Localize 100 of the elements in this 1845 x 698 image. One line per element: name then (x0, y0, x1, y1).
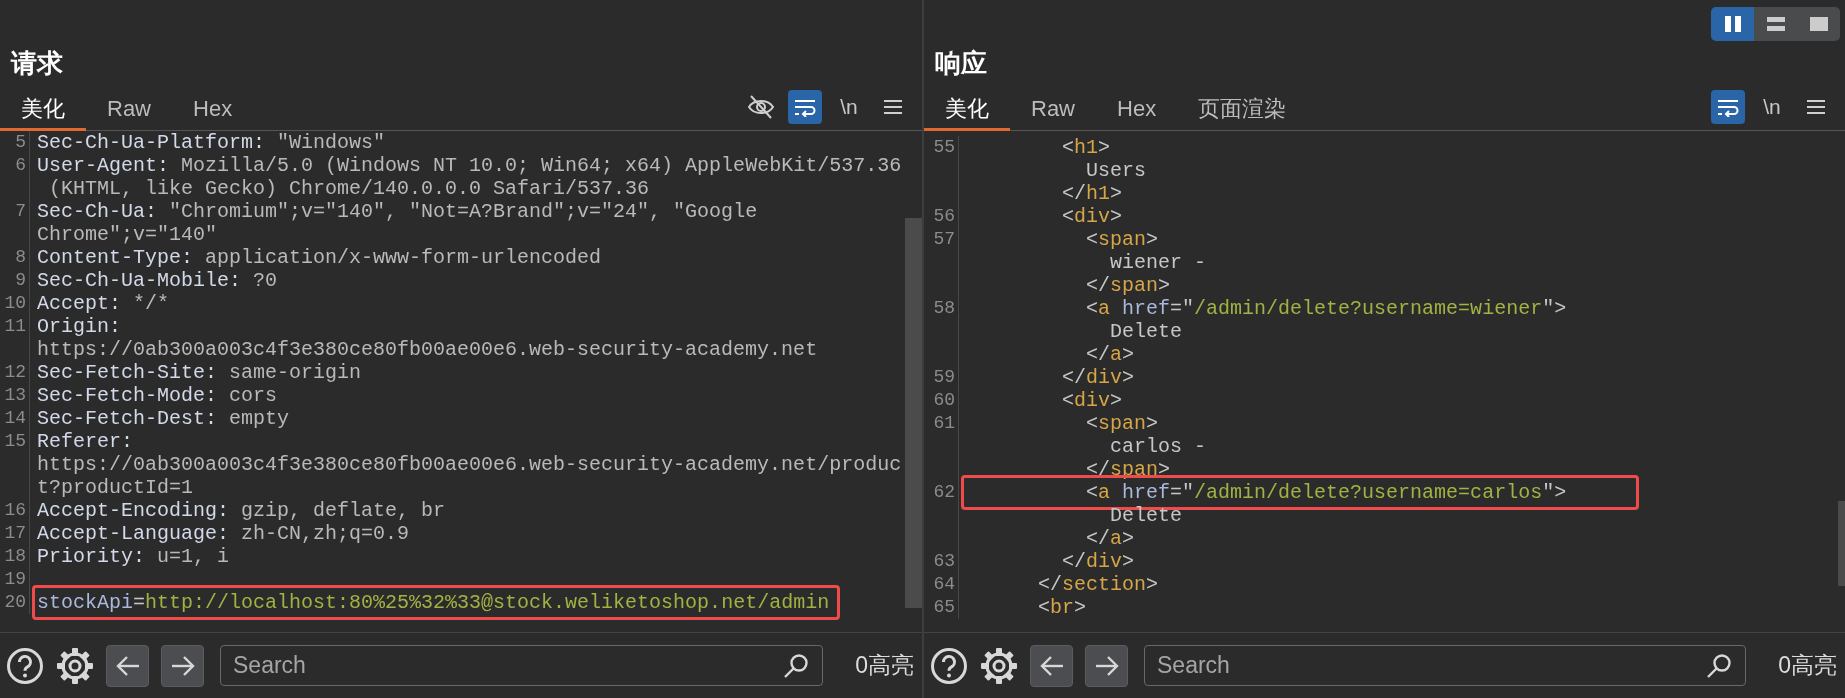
arrow-left-icon (1038, 654, 1065, 677)
code-line: Referer: (37, 430, 133, 453)
single-pane-icon (1807, 15, 1830, 33)
line-number: 15 (4, 430, 26, 453)
back-button[interactable] (1030, 644, 1073, 687)
code-line: Sec-Ch-Ua: "Chromium";v="140", "Not=A?Brand";v="24", "Google (37, 200, 758, 223)
code-line: </section> (1037, 573, 1159, 596)
code-line: Sec-Fetch-Site: same-origin (37, 361, 362, 384)
menu-icon (882, 97, 904, 117)
arrow-right-icon (1093, 654, 1120, 677)
code-line: https://0ab300a003c4f3e380ce80fb00ae00e6.web-security-academy.net/produc (37, 453, 902, 476)
tab[interactable]: Raw (1010, 80, 1096, 131)
line-number: 8 (15, 246, 26, 269)
line-number: 61 (933, 412, 955, 435)
search-icon (1706, 653, 1733, 679)
tab[interactable]: Hex (172, 80, 254, 131)
line-number: 60 (933, 389, 955, 412)
wrap-toggle[interactable] (1711, 90, 1745, 124)
help-icon (930, 646, 968, 685)
code-line: Users (1085, 159, 1147, 182)
wrap-toggle[interactable] (788, 90, 822, 124)
line-number: 18 (4, 545, 26, 568)
line-number: 16 (4, 499, 26, 522)
back-button[interactable] (106, 644, 149, 687)
view-mode-button[interactable] (1711, 7, 1754, 41)
forward-button[interactable] (161, 644, 204, 687)
tab[interactable]: 页面渲染 (1177, 80, 1308, 131)
code-line: Origin: (37, 315, 121, 338)
code-line: <div> (1061, 205, 1123, 228)
line-number: 9 (15, 269, 26, 292)
help-icon (6, 646, 44, 685)
code-line: </a> (1085, 343, 1135, 366)
code-line: Chrome";v="140" (37, 223, 218, 246)
code-line: t?productId=1 (37, 476, 194, 499)
settings-icon (56, 646, 94, 685)
newline-toggle[interactable]: \n (1755, 90, 1789, 124)
code-line: Sec-Fetch-Mode: cors (37, 384, 278, 407)
line-number: 13 (4, 384, 26, 407)
code-line: <a href="/admin/delete?username=wiener"> (1085, 297, 1567, 320)
forward-button[interactable] (1085, 644, 1128, 687)
line-number: 10 (4, 292, 26, 315)
code-line: <h1> (1061, 136, 1111, 159)
code-line: Sec-Fetch-Dest: empty (37, 407, 290, 430)
line-number: 55 (933, 136, 955, 159)
line-number: 14 (4, 407, 26, 430)
tab[interactable]: 美化 (924, 80, 1010, 131)
line-number: 20 (4, 591, 26, 614)
code-line: Sec-Ch-Ua-Mobile: ?0 (37, 269, 278, 292)
line-number: 7 (15, 200, 26, 223)
wrap-icon (1716, 97, 1740, 117)
line-number: 5 (15, 131, 26, 154)
code-line: (KHTML, like Gecko) Chrome/140.0.0.0 Safari/537.36 (48, 177, 650, 200)
highlight-count: 0高亮 (854, 651, 914, 681)
arrow-right-icon (169, 654, 196, 677)
search-icon (783, 653, 810, 679)
line-number: 19 (4, 568, 26, 591)
code-line: <span> (1085, 412, 1159, 435)
columns-icon (1722, 14, 1743, 34)
wrap-icon (793, 97, 817, 117)
tab[interactable]: 美化 (0, 80, 86, 131)
code-line: <div> (1061, 389, 1123, 412)
line-number: 11 (4, 315, 26, 338)
search-field[interactable]: Search (220, 645, 824, 686)
scrollbar-thumb[interactable] (905, 218, 922, 608)
code-line: User-Agent: Mozilla/5.0 (Windows NT 10.0; Win64; x64) AppleWebKit/537.36 (37, 154, 902, 177)
line-number: 62 (933, 481, 955, 504)
settings-button[interactable] (980, 646, 1018, 685)
scrollbar-thumb[interactable] (1838, 501, 1845, 586)
rows-icon (1764, 15, 1787, 33)
search-field[interactable]: Search (1144, 645, 1747, 686)
tab[interactable]: Hex (1096, 80, 1178, 131)
pane-title: 响应 (934, 47, 987, 80)
code-line: </a> (1085, 527, 1135, 550)
line-number: 56 (933, 205, 955, 228)
code-line: carlos - (1109, 435, 1207, 458)
line-number: 64 (933, 573, 955, 596)
arrow-left-icon (114, 654, 141, 677)
newline-toggle[interactable]: \n (832, 90, 866, 124)
line-number: 63 (933, 550, 955, 573)
tab[interactable]: Raw (86, 80, 172, 131)
pane-title: 请求 (9, 47, 63, 80)
line-number: 12 (4, 361, 26, 384)
eye-slash-icon (747, 94, 775, 120)
code-line: wiener - (1109, 251, 1207, 274)
help-button[interactable] (6, 646, 44, 685)
code-line: </span> (1085, 274, 1171, 297)
code-line: <span> (1085, 228, 1159, 251)
view-mode-button[interactable] (1754, 7, 1797, 41)
view-mode-button[interactable] (1797, 7, 1840, 41)
code-line: <br> (1037, 596, 1087, 619)
line-number: 17 (4, 522, 26, 545)
menu-icon (1805, 97, 1827, 117)
code-line: Accept: */* (37, 292, 170, 315)
settings-button[interactable] (56, 646, 94, 685)
highlight-count: 0高亮 (1777, 651, 1837, 681)
settings-icon (980, 646, 1018, 685)
help-button[interactable] (930, 646, 968, 685)
code-line: Sec-Ch-Ua-Platform: "Windows" (37, 131, 386, 154)
code-line: Delete (1109, 320, 1183, 343)
code-line: https://0ab300a003c4f3e380ce80fb00ae00e6.web-security-academy.net (37, 338, 818, 361)
